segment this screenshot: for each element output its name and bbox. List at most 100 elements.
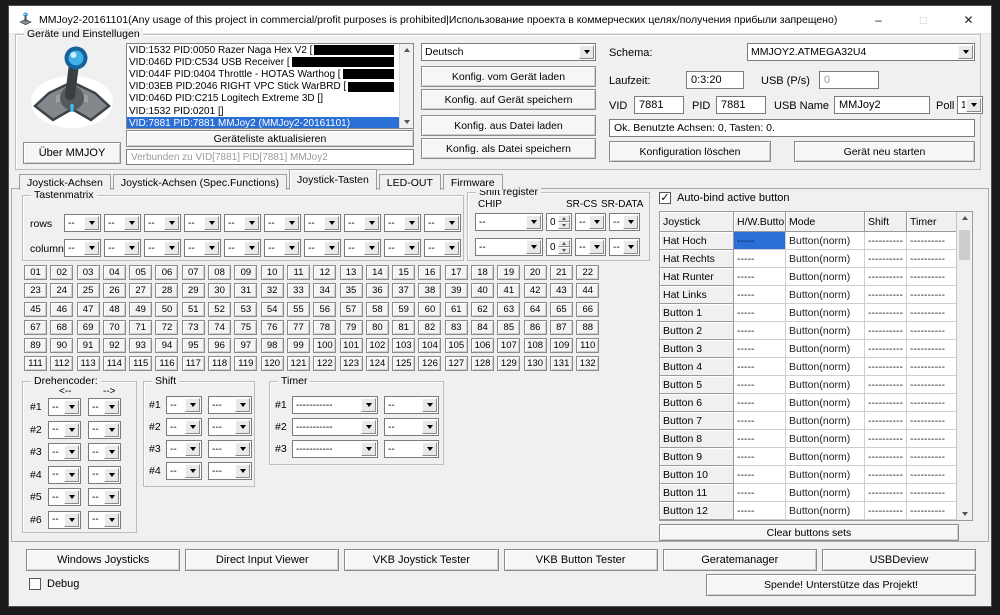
matrix-number-button[interactable]: 113 (76, 356, 100, 372)
clear-config-button[interactable]: Konfiguration löschen (609, 141, 771, 162)
config-button[interactable]: Konfig. aus Datei laden (421, 115, 596, 136)
matrix-column-combo[interactable]: -- (344, 239, 381, 257)
matrix-number-button[interactable]: 39 (444, 283, 468, 299)
matrix-number-button[interactable]: 72 (155, 319, 179, 335)
matrix-number-button[interactable]: 111 (24, 356, 47, 372)
footer-tool-button[interactable]: Geratemanager (662, 549, 817, 571)
binding-mode-cell[interactable]: Button(norm) (786, 448, 865, 466)
sr-cs-combo[interactable]: -- (575, 238, 606, 256)
binding-shift-cell[interactable]: ---------- (865, 484, 907, 502)
matrix-number-button[interactable]: 112 (50, 356, 74, 372)
matrix-number-button[interactable]: 60 (418, 301, 442, 317)
binding-timer-cell[interactable]: ---------- (907, 358, 957, 376)
binding-hw-cell[interactable]: ----- (734, 268, 786, 286)
matrix-number-button[interactable]: 57 (339, 301, 363, 317)
matrix-number-button[interactable]: 130 (523, 356, 547, 372)
shift-combo-b[interactable]: --- (208, 418, 252, 436)
usb-name-field[interactable]: MMJoy2 (834, 96, 930, 114)
spinner-down-icon[interactable] (558, 222, 570, 229)
matrix-number-button[interactable]: 119 (234, 356, 258, 372)
matrix-number-button[interactable]: 56 (313, 301, 337, 317)
matrix-number-button[interactable]: 48 (102, 301, 126, 317)
bindings-table-scrollbar[interactable] (956, 212, 972, 520)
matrix-row-combo[interactable]: -- (304, 214, 341, 232)
vid-field[interactable]: 7881 (634, 96, 684, 114)
matrix-number-button[interactable]: 132 (576, 356, 600, 372)
matrix-number-button[interactable]: 23 (24, 283, 47, 299)
matrix-number-button[interactable]: 107 (497, 338, 521, 354)
binding-shift-cell[interactable]: ---------- (865, 232, 907, 250)
matrix-number-button[interactable]: 55 (286, 301, 310, 317)
binding-hw-cell[interactable]: ----- (734, 250, 786, 268)
matrix-number-button[interactable]: 47 (76, 301, 100, 317)
matrix-column-combo[interactable]: -- (264, 239, 301, 257)
poll-combo[interactable]: 1 (957, 96, 983, 114)
sr-chip-combo[interactable]: -- (475, 213, 543, 231)
matrix-number-button[interactable]: 117 (181, 356, 205, 372)
matrix-number-button[interactable]: 68 (50, 319, 74, 335)
matrix-number-button[interactable]: 110 (576, 338, 600, 354)
timer-combo-a[interactable]: ----------- (292, 396, 378, 414)
footer-tool-button[interactable]: Windows Joysticks (26, 549, 181, 571)
device-list-item[interactable]: VID:03EB PID:2046 RIGHT VPC Stick WarBRD… (127, 81, 399, 93)
matrix-number-button[interactable]: 81 (392, 319, 416, 335)
binding-hw-cell[interactable]: ----- (734, 394, 786, 412)
binding-joystick-cell[interactable]: Button 10 (660, 466, 734, 484)
binding-joystick-cell[interactable]: Button 7 (660, 412, 734, 430)
binding-shift-cell[interactable]: ---------- (865, 322, 907, 340)
matrix-number-button[interactable]: 19 (497, 265, 521, 280)
matrix-number-button[interactable]: 44 (576, 283, 600, 299)
language-combo[interactable]: Deutsch (421, 43, 596, 61)
matrix-row-combo[interactable]: -- (384, 214, 421, 232)
matrix-number-button[interactable]: 63 (497, 301, 521, 317)
matrix-number-button[interactable]: 27 (129, 283, 153, 299)
scroll-up-icon[interactable] (961, 216, 968, 220)
config-button[interactable]: Konfig. als Datei speichern (421, 138, 596, 159)
matrix-number-button[interactable]: 51 (181, 301, 205, 317)
device-list-item[interactable]: VID:046D PID:C534 USB Receiver [ (127, 56, 399, 68)
matrix-number-button[interactable]: 13 (339, 265, 363, 280)
matrix-number-button[interactable]: 38 (418, 283, 442, 299)
matrix-number-button[interactable]: 95 (181, 338, 205, 354)
binding-timer-cell[interactable]: ---------- (907, 502, 957, 520)
matrix-number-button[interactable]: 77 (286, 319, 310, 335)
scroll-up-icon[interactable] (403, 48, 410, 52)
binding-shift-cell[interactable]: ---------- (865, 394, 907, 412)
scroll-down-icon[interactable] (403, 120, 410, 124)
matrix-row-combo[interactable]: -- (264, 214, 301, 232)
binding-shift-cell[interactable]: ---------- (865, 268, 907, 286)
matrix-number-button[interactable]: 50 (155, 301, 179, 317)
binding-shift-cell[interactable]: ---------- (865, 412, 907, 430)
matrix-number-button[interactable]: 80 (365, 319, 389, 335)
tab[interactable]: Joystick-Tasten (289, 169, 377, 190)
binding-shift-cell[interactable]: ---------- (865, 466, 907, 484)
matrix-number-button[interactable]: 64 (523, 301, 547, 317)
matrix-number-button[interactable]: 43 (549, 283, 573, 299)
binding-mode-cell[interactable]: Button(norm) (786, 286, 865, 304)
matrix-column-combo[interactable]: -- (304, 239, 341, 257)
binding-mode-cell[interactable]: Button(norm) (786, 412, 865, 430)
shift-combo-b[interactable]: --- (208, 396, 252, 414)
clear-button-sets-button[interactable]: Clear buttons sets (659, 524, 959, 541)
encoder-left-combo[interactable]: -- (48, 510, 81, 529)
matrix-number-button[interactable]: 122 (313, 356, 337, 372)
matrix-number-button[interactable]: 49 (129, 301, 153, 317)
binding-hw-cell[interactable]: ----- (734, 232, 786, 250)
config-button[interactable]: Konfig. auf Gerät speichern (421, 89, 596, 110)
binding-hw-cell[interactable]: ----- (734, 304, 786, 322)
binding-mode-cell[interactable]: Button(norm) (786, 502, 865, 520)
matrix-number-button[interactable]: 10 (260, 265, 284, 280)
matrix-number-button[interactable]: 76 (260, 319, 284, 335)
matrix-column-combo[interactable]: -- (64, 239, 101, 257)
binding-hw-cell[interactable]: ----- (734, 466, 786, 484)
matrix-number-button[interactable]: 99 (286, 338, 310, 354)
matrix-number-button[interactable]: 129 (497, 356, 521, 372)
matrix-number-button[interactable]: 98 (260, 338, 284, 354)
scroll-down-icon[interactable] (961, 512, 968, 516)
device-list-item[interactable]: VID:046D PID:C215 Logitech Extreme 3D [] (127, 93, 399, 105)
binding-mode-cell[interactable]: Button(norm) (786, 466, 865, 484)
matrix-number-button[interactable]: 61 (444, 301, 468, 317)
binding-mode-cell[interactable]: Button(norm) (786, 250, 865, 268)
matrix-number-button[interactable]: 03 (76, 265, 100, 280)
matrix-number-button[interactable]: 75 (234, 319, 258, 335)
